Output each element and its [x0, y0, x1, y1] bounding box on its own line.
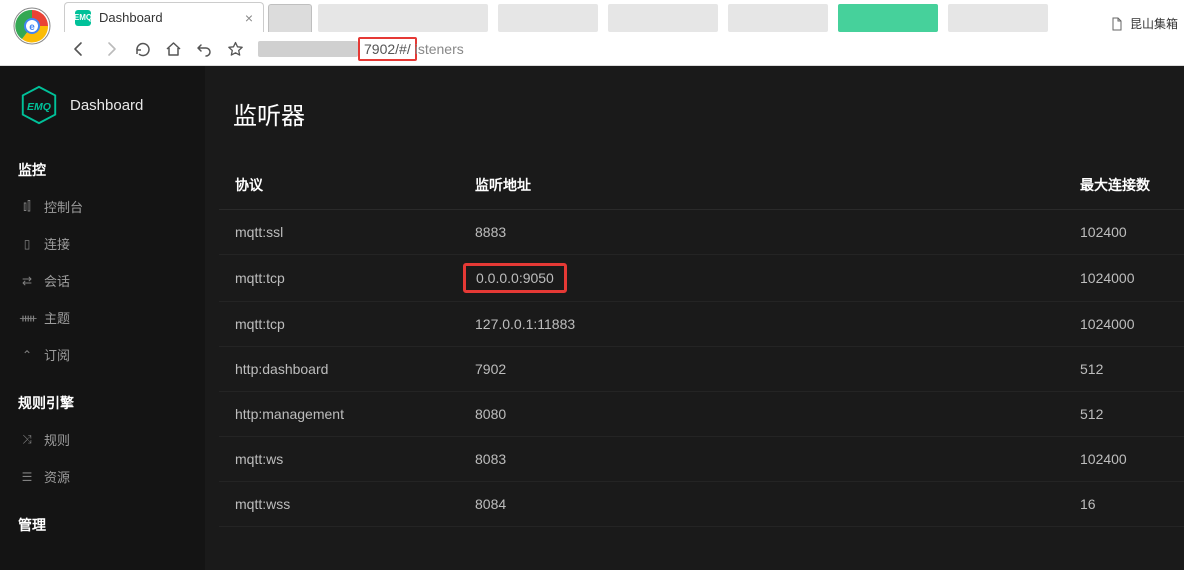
- emq-logo-icon: EMQ: [18, 84, 60, 126]
- sidebar-item-label: 规则: [44, 430, 70, 449]
- highlighted-address: 0.0.0.0:9050: [463, 263, 567, 293]
- sidebar-item-topics[interactable]: ᚔ 主题: [0, 299, 205, 336]
- file-icon: [1110, 17, 1124, 31]
- cell-max-conn: 512: [1064, 347, 1184, 392]
- table-row: mqtt:wss808416: [219, 482, 1184, 527]
- column-header-address: 监听地址: [459, 161, 1064, 210]
- browser-tab-other[interactable]: [728, 4, 828, 32]
- cell-protocol: mqtt:tcp: [219, 255, 459, 302]
- reload-icon[interactable]: [134, 41, 151, 58]
- browser-tab-other[interactable]: [948, 4, 1048, 32]
- cell-max-conn: 1024000: [1064, 302, 1184, 347]
- page-title: 监听器: [219, 96, 1184, 131]
- sidebar-item-subscriptions[interactable]: ⌃ 订阅: [0, 336, 205, 373]
- browser-tab-other[interactable]: [268, 4, 312, 32]
- nav-section-rules: 规则引擎 ⤨ 规则 ☰ 资源: [0, 373, 205, 495]
- nav-section-title: 规则引擎: [0, 385, 205, 421]
- url-rest: isteners: [415, 41, 464, 57]
- home-icon[interactable]: [165, 41, 182, 58]
- sidebar-item-label: 控制台: [44, 197, 83, 216]
- browser-tab-other[interactable]: [498, 4, 598, 32]
- sidebar-item-label: 会话: [44, 271, 70, 290]
- forward-icon[interactable]: [102, 40, 120, 58]
- main-area: 监听器 协议 监听地址 最大连接数 mqtt:ssl8883102400mqtt…: [205, 66, 1184, 570]
- cell-protocol: mqtt:ssl: [219, 210, 459, 255]
- table-row: mqtt:tcp127.0.0.1:118831024000: [219, 302, 1184, 347]
- nav-section-title: 管理: [0, 507, 205, 543]
- list-icon: ☰: [20, 470, 34, 484]
- tab-strip: e EMQ Dashboard × 昆山集箱: [0, 0, 1184, 32]
- nav-section-manage: 管理: [0, 495, 205, 543]
- brand-text: Dashboard: [70, 97, 143, 114]
- table-row: mqtt:ssl8883102400: [219, 210, 1184, 255]
- sidebar-item-label: 资源: [44, 467, 70, 486]
- address-bar[interactable]: 7902/#/ isteners: [258, 37, 464, 61]
- other-tab-label[interactable]: 昆山集箱: [1130, 15, 1178, 32]
- browser-chrome: e EMQ Dashboard × 昆山集箱: [0, 0, 1184, 66]
- shuffle-icon: ⤨: [20, 432, 34, 447]
- sidebar-item-console[interactable]: ⫾⫿ 控制台: [0, 188, 205, 225]
- sidebar-item-label: 连接: [44, 234, 70, 253]
- cell-address: 8080: [459, 392, 1064, 437]
- browser-tab-other[interactable]: [318, 4, 488, 32]
- sidebar-item-resources[interactable]: ☰ 资源: [0, 458, 205, 495]
- connections-icon: ▯: [20, 237, 34, 251]
- listeners-table: 协议 监听地址 最大连接数 mqtt:ssl8883102400mqtt:tcp…: [219, 161, 1184, 527]
- back-icon[interactable]: [70, 40, 88, 58]
- browser-logo-icon: e: [12, 6, 52, 46]
- sidebar-item-rules[interactable]: ⤨ 规则: [0, 421, 205, 458]
- cell-address: 127.0.0.1:11883: [459, 302, 1064, 347]
- cell-max-conn: 1024000: [1064, 255, 1184, 302]
- star-icon[interactable]: [227, 41, 244, 58]
- cell-max-conn: 102400: [1064, 437, 1184, 482]
- cell-address: 8883: [459, 210, 1064, 255]
- url-highlighted-part: 7902/#/: [358, 37, 417, 61]
- sessions-icon: ⇄: [20, 274, 34, 288]
- undo-icon[interactable]: [196, 41, 213, 58]
- table-row: http:management8080512: [219, 392, 1184, 437]
- tab-title: Dashboard: [99, 10, 163, 25]
- close-icon[interactable]: ×: [245, 10, 253, 26]
- table-row: mqtt:tcp0.0.0.0:9050 1024000: [219, 255, 1184, 302]
- browser-tab-other[interactable]: [838, 4, 938, 32]
- cell-protocol: http:dashboard: [219, 347, 459, 392]
- browser-tab-other[interactable]: [608, 4, 718, 32]
- url-obscured: [258, 41, 358, 57]
- svg-text:e: e: [29, 22, 35, 33]
- brand[interactable]: EMQ Dashboard: [0, 84, 205, 140]
- app-container: EMQ Dashboard 监控 ⫾⫿ 控制台 ▯ 连接 ⇄ 会话 ᚔ 主题: [0, 66, 1184, 570]
- table-row: http:dashboard7902512: [219, 347, 1184, 392]
- cell-protocol: mqtt:wss: [219, 482, 459, 527]
- cell-max-conn: 512: [1064, 392, 1184, 437]
- sidebar-item-label: 订阅: [44, 345, 70, 364]
- nav-section-title: 监控: [0, 152, 205, 188]
- cell-address: 8083: [459, 437, 1064, 482]
- nav-section-monitor: 监控 ⫾⫿ 控制台 ▯ 连接 ⇄ 会话 ᚔ 主题 ⌃ 订阅: [0, 140, 205, 373]
- chart-icon: ⫾⫿: [20, 199, 34, 214]
- column-header-protocol: 协议: [219, 161, 459, 210]
- cell-max-conn: 16: [1064, 482, 1184, 527]
- column-header-max-conn: 最大连接数: [1064, 161, 1184, 210]
- sidebar-item-connections[interactable]: ▯ 连接: [0, 225, 205, 262]
- tab-favicon-icon: EMQ: [75, 10, 91, 26]
- address-bar-row: 7902/#/ isteners: [0, 32, 1184, 66]
- cell-address: 0.0.0.0:9050: [459, 255, 1064, 302]
- cell-address: 7902: [459, 347, 1064, 392]
- cell-protocol: http:management: [219, 392, 459, 437]
- cell-max-conn: 102400: [1064, 210, 1184, 255]
- table-row: mqtt:ws8083102400: [219, 437, 1184, 482]
- cell-protocol: mqtt:ws: [219, 437, 459, 482]
- cell-protocol: mqtt:tcp: [219, 302, 459, 347]
- svg-text:EMQ: EMQ: [27, 101, 51, 113]
- sidebar: EMQ Dashboard 监控 ⫾⫿ 控制台 ▯ 连接 ⇄ 会话 ᚔ 主题: [0, 66, 205, 570]
- cell-address: 8084: [459, 482, 1064, 527]
- browser-tab-active[interactable]: EMQ Dashboard ×: [64, 2, 264, 32]
- rss-icon: ⌃: [20, 348, 34, 362]
- sidebar-item-sessions[interactable]: ⇄ 会话: [0, 262, 205, 299]
- topics-icon: ᚔ: [20, 311, 34, 325]
- sidebar-item-label: 主题: [44, 308, 70, 327]
